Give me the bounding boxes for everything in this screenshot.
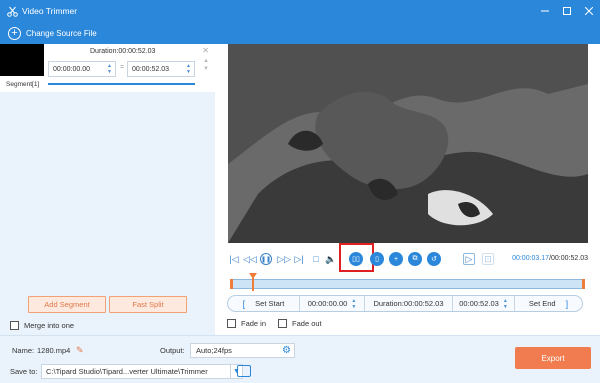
bracket-right-icon: ] bbox=[565, 298, 569, 309]
trim-start-handle[interactable] bbox=[230, 279, 233, 289]
trim-start-stepper[interactable]: ▲ ▼ bbox=[351, 298, 356, 310]
segment-delete-icon[interactable]: ✕ bbox=[202, 46, 209, 55]
set-end-label: Set End bbox=[528, 299, 556, 308]
fade-in-label: Fade in bbox=[241, 319, 267, 328]
folder-icon[interactable] bbox=[237, 365, 251, 377]
segment-thumbnail bbox=[0, 44, 44, 76]
preview-area bbox=[215, 44, 600, 243]
video-image bbox=[228, 44, 588, 243]
reset-icon[interactable]: ↺ bbox=[427, 252, 441, 266]
merge-label: Merge into one bbox=[24, 321, 75, 330]
stop-icon[interactable]: □ bbox=[310, 253, 322, 265]
fade-out-option[interactable]: Fade out bbox=[278, 319, 322, 328]
segment-separator: = bbox=[120, 64, 125, 71]
close-icon[interactable] bbox=[578, 0, 600, 22]
segment-end-stepper[interactable]: ▲ ▼ bbox=[186, 63, 191, 75]
save-path-field[interactable]: C:\Tipard Studio\Tipard...verter Ultimat… bbox=[41, 364, 231, 379]
output-label: Output: bbox=[160, 346, 185, 355]
name-label: Name: bbox=[12, 346, 35, 355]
trim-end-stepper[interactable]: ▲ ▼ bbox=[503, 298, 508, 310]
total-time: /00:00:52.03 bbox=[549, 255, 588, 262]
segment-range-bar bbox=[48, 83, 195, 85]
scissors-icon bbox=[6, 5, 18, 17]
plus-icon: + bbox=[8, 26, 21, 40]
rename-pencil-icon[interactable]: ✎ bbox=[76, 345, 84, 356]
segment-end-value: 00:00:52.03 bbox=[132, 65, 169, 73]
trim-start-value: 00:00:00.00 bbox=[307, 299, 348, 308]
fast-split-button[interactable]: Fast Split bbox=[109, 296, 187, 313]
trim-end-value: 00:00:52.03 bbox=[459, 299, 499, 308]
fullscreen-icon[interactable]: ⊡ bbox=[482, 253, 494, 265]
file-name: 1280.mp4 bbox=[37, 346, 71, 355]
trim-row: [ Set Start 00:00:00.00 ▲ ▼ Duration:00:0… bbox=[227, 295, 583, 312]
gear-icon[interactable]: ⚙ bbox=[282, 345, 291, 356]
change-source-label: Change Source File bbox=[26, 28, 97, 38]
player-controls: |◁ ◁◁ ❚❚ ▷▷ ▷| □ 🔈 ▯▯ ▯ + ⧉ ↺ ▷ ⊡ 00:00:… bbox=[215, 243, 600, 335]
bottom-bar: Name: 1280.mp4 ✎ Output: Auto;24fps ⚙ Sa… bbox=[0, 335, 600, 383]
add-icon[interactable]: + bbox=[389, 252, 403, 266]
minimize-icon[interactable] bbox=[534, 0, 556, 22]
save-to-label: Save to: bbox=[10, 367, 38, 376]
trim-end-handle[interactable] bbox=[582, 279, 585, 289]
video-frame[interactable] bbox=[228, 44, 588, 243]
playhead-line bbox=[252, 278, 254, 291]
rewind-icon[interactable]: ◁◁ bbox=[243, 253, 257, 265]
skip-start-icon[interactable]: |◁ bbox=[228, 253, 240, 265]
export-button[interactable]: Export bbox=[515, 347, 591, 369]
set-start-label: Set Start bbox=[255, 299, 285, 308]
trim-end-field[interactable]: 00:00:52.03 ▲ ▼ bbox=[453, 296, 515, 311]
output-field[interactable]: Auto;24fps ⚙ bbox=[190, 343, 295, 358]
segment-panel: Duration:00:00:52.03 ✕ ▲ ▼ 00:00:00.00 ▲… bbox=[0, 44, 215, 335]
copy-segment-icon[interactable]: ▯ bbox=[370, 252, 384, 266]
set-end-button[interactable]: Set End ] bbox=[515, 296, 582, 311]
current-time: 00:00:03.17 bbox=[512, 255, 550, 262]
highlight-box bbox=[339, 243, 374, 272]
fade-in-option[interactable]: Fade in bbox=[227, 319, 266, 328]
toolbar: + Change Source File bbox=[0, 22, 600, 44]
save-path-value: C:\Tipard Studio\Tipard...verter Ultimat… bbox=[46, 367, 208, 376]
fade-out-checkbox[interactable] bbox=[278, 319, 288, 328]
segment-start-field[interactable]: 00:00:00.00 ▲ ▼ bbox=[48, 61, 116, 77]
segment-start-value: 00:00:00.00 bbox=[53, 65, 90, 73]
segment-start-stepper[interactable]: ▲ ▼ bbox=[107, 63, 112, 75]
bracket-left-icon: [ bbox=[242, 298, 246, 309]
segment-down-icon[interactable]: ▼ bbox=[203, 66, 209, 72]
time-readout: 00:00:03.17/00:00:52.03 bbox=[512, 255, 588, 262]
set-start-button[interactable]: [ Set Start bbox=[228, 296, 300, 311]
segment-end-field[interactable]: 00:00:52.03 ▲ ▼ bbox=[127, 61, 195, 77]
fade-options: Fade in Fade out bbox=[227, 319, 322, 328]
segment-duration: Duration:00:00:52.03 bbox=[90, 48, 156, 55]
change-source-button[interactable]: + Change Source File bbox=[8, 26, 97, 40]
segment-card[interactable]: Duration:00:00:52.03 ✕ ▲ ▼ 00:00:00.00 ▲… bbox=[0, 44, 215, 92]
output-value: Auto;24fps bbox=[196, 346, 232, 355]
timeline-track[interactable] bbox=[230, 273, 585, 291]
volume-icon[interactable]: 🔈 bbox=[325, 253, 337, 265]
fade-in-checkbox[interactable] bbox=[227, 319, 236, 328]
title-bar: Video Trimmer bbox=[0, 0, 600, 22]
maximize-icon[interactable] bbox=[556, 0, 578, 22]
segment-up-icon[interactable]: ▲ bbox=[203, 58, 209, 64]
trim-start-field[interactable]: 00:00:00.00 ▲ ▼ bbox=[300, 296, 365, 311]
merge-option[interactable]: Merge into one bbox=[10, 321, 74, 330]
fade-out-label: Fade out bbox=[292, 319, 322, 328]
duplicate-icon[interactable]: ⧉ bbox=[408, 252, 422, 266]
window-title: Video Trimmer bbox=[22, 6, 78, 16]
play-segment-icon[interactable]: ▷ bbox=[463, 253, 475, 265]
forward-icon[interactable]: ▷▷ bbox=[277, 253, 291, 265]
pause-icon[interactable]: ❚❚ bbox=[260, 253, 272, 265]
merge-checkbox[interactable] bbox=[10, 321, 19, 330]
add-segment-button[interactable]: Add Segment bbox=[28, 296, 106, 313]
segment-label: Segment[1] bbox=[6, 81, 40, 88]
trim-duration: Duration:00:00:52.03 bbox=[365, 296, 453, 311]
skip-end-icon[interactable]: ▷| bbox=[293, 253, 305, 265]
